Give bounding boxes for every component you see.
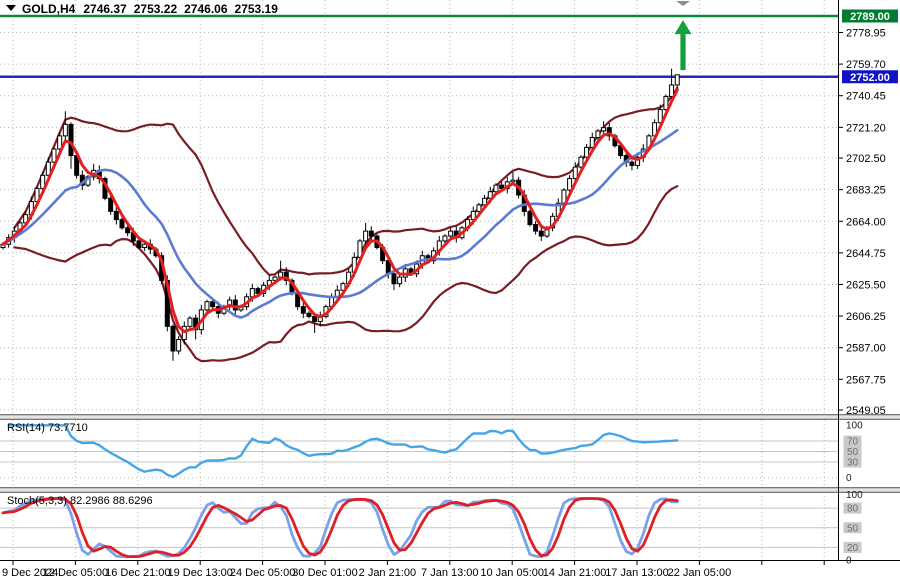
high-value: 2753.22 [134, 2, 178, 16]
price-tick-label: 2606.25 [846, 311, 886, 323]
symbol-label: GOLD,H4 [22, 2, 76, 16]
candle-body-up [442, 235, 448, 242]
price-level-badge-text: 2752.00 [850, 72, 890, 84]
candle-body-up [204, 301, 210, 311]
candle-body-up [448, 230, 454, 237]
candle-body-down [108, 197, 114, 212]
chart-canvas[interactable]: 2789.00 2752.00 2778.95 2759.70 2740.45 2721.… [0, 0, 900, 586]
time-tick-label: 19 Dec 13:00 [167, 567, 232, 579]
price-tick-label: 2702.50 [846, 153, 886, 165]
candle-body-down [391, 273, 397, 285]
candle-body-up [601, 127, 607, 132]
candlesticks [0, 68, 680, 361]
candle-body-down [629, 161, 635, 166]
candle-body-up [278, 271, 284, 278]
price-tick-label: 2567.75 [846, 374, 886, 386]
candle-body-up [595, 130, 601, 139]
time-tick-label: 2 Jan 21:00 [359, 567, 417, 579]
price-tick-label: 2587.00 [846, 343, 886, 355]
symbol-dropdown-icon[interactable] [6, 5, 16, 11]
panel-separator[interactable] [0, 487, 900, 493]
indicator-range-label: 100 [846, 490, 863, 501]
low-value: 2746.06 [184, 2, 228, 16]
candle-body-up [142, 243, 148, 249]
indicator-level-label: 70 [847, 437, 859, 448]
candle-body-up [187, 317, 193, 327]
price-tick-label: 2625.50 [846, 279, 886, 291]
price-axis[interactable]: 2789.00 2752.00 2778.95 2759.70 2740.45 2721.… [838, 9, 898, 567]
price-tick-label: 2778.95 [846, 27, 886, 39]
bollinger-bands [13, 86, 679, 363]
indicator-range-label: 0 [846, 473, 852, 484]
candle-body-down [210, 301, 216, 308]
stochastic-label: Stoch(5,3,3) 82.2986 88.6296 [7, 495, 153, 507]
close-value: 2753.19 [235, 2, 279, 16]
time-tick-label: 12 Dec 05:00 [43, 567, 108, 579]
price-tick-label: 2549.05 [846, 405, 886, 417]
panel-separator[interactable] [0, 414, 900, 420]
indicator-range-label: 0 [846, 556, 852, 567]
candle-body-down [538, 230, 544, 237]
candle-body-up [176, 338, 182, 352]
price-tick-label: 2759.70 [846, 59, 886, 71]
time-tick-label: 30 Dec 01:00 [292, 567, 357, 579]
indicator-level-label: 80 [847, 504, 859, 515]
main-chart-area[interactable] [0, 14, 838, 363]
rsi-label: RSI(14) 73.7710 [7, 422, 88, 434]
candle-body-up [493, 184, 499, 193]
indicator-level-label: 30 [847, 458, 859, 469]
time-tick-label: 7 Jan 13:00 [421, 567, 479, 579]
bollinger-lower-band [13, 185, 679, 363]
price-tick-label: 2664.00 [846, 216, 886, 228]
indicator-level-label: 20 [847, 543, 859, 554]
time-tick-label: 10 Jan 05:00 [480, 567, 544, 579]
candle-body-down [136, 240, 142, 249]
candle-body-down [368, 230, 374, 237]
candle-body-down [68, 123, 74, 157]
time-axis[interactable]: 9 Dec 202412 Dec 05:0016 Dec 21:0019 Dec… [2, 560, 825, 579]
indicator-range-label: 100 [846, 420, 863, 431]
candle-body-down [312, 315, 318, 322]
candle-body-down [306, 312, 312, 317]
candle-body-up [249, 288, 255, 298]
price-tick-label: 2740.45 [846, 91, 886, 103]
indicator-level-label: 50 [847, 523, 859, 534]
up-arrow-object[interactable] [674, 20, 692, 71]
time-tick-label: 24 Dec 05:00 [230, 567, 295, 579]
open-value: 2746.37 [83, 2, 127, 16]
time-tick-label: 14 Jan 21:00 [543, 567, 607, 579]
candle-body-up [363, 230, 369, 242]
candle-body-down [533, 224, 539, 232]
chart-window: 2789.00 2752.00 2778.95 2759.70 2740.45 2721.… [0, 0, 900, 586]
price-tick-label: 2683.25 [846, 185, 886, 197]
candle-body-up [674, 74, 680, 86]
chart-grid [0, 0, 838, 560]
candle-body-down [527, 210, 533, 226]
candle-body-up [669, 84, 675, 97]
candle-body-up [510, 179, 516, 183]
candle-body-down [125, 227, 131, 234]
candle-body-down [113, 210, 119, 221]
indicator-level-label: 50 [847, 447, 859, 458]
bollinger-upper-band [13, 86, 679, 276]
price-level-badge-text: 2789.00 [850, 11, 890, 23]
drawn-objects[interactable] [674, 20, 692, 71]
candle-body-up [578, 156, 584, 168]
candle-body-up [397, 276, 403, 285]
candle-body-down [170, 325, 176, 352]
horizontal-line-objects[interactable] [0, 14, 838, 78]
price-tick-label: 2644.75 [846, 248, 886, 260]
candle-body-up [567, 178, 573, 191]
candle-body-down [119, 219, 125, 229]
time-tick-label: 22 Jan 05:00 [668, 567, 732, 579]
time-tick-label: 17 Jan 13:00 [605, 567, 669, 579]
time-tick-label: 16 Dec 21:00 [105, 567, 170, 579]
price-tick-label: 2721.20 [846, 122, 886, 134]
candle-body-up [62, 123, 68, 137]
candle-body-up [476, 204, 482, 212]
object-anchor-icon [676, 1, 690, 6]
candle-body-down [300, 306, 306, 314]
chart-ohlc-readout: GOLD,H4 2746.37 2753.22 2746.06 2753.19 [22, 2, 278, 16]
